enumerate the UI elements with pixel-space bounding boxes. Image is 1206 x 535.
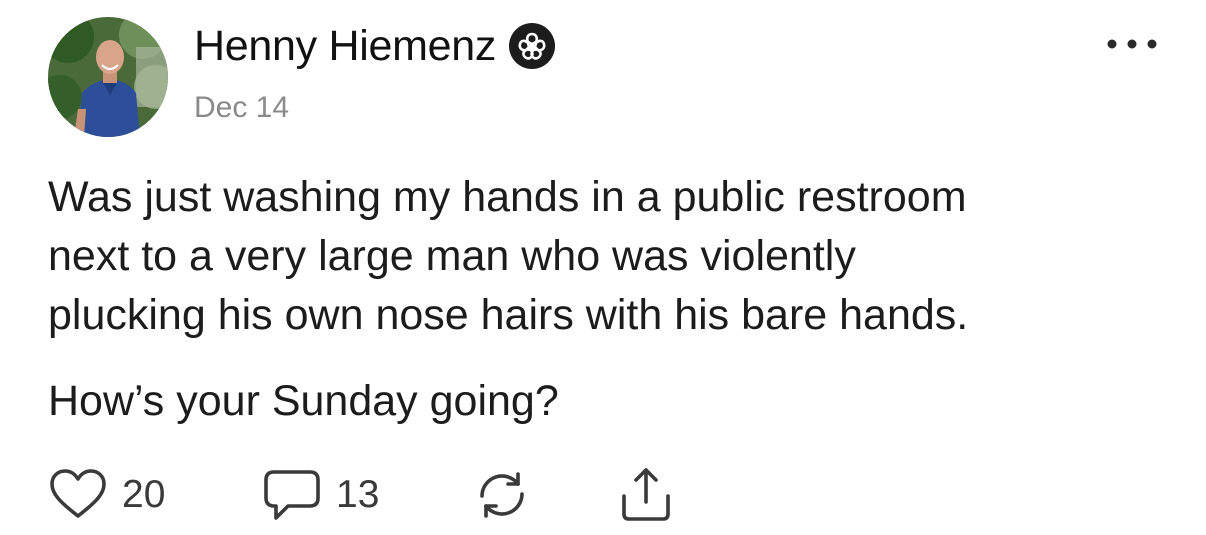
- comment-button[interactable]: 13: [262, 465, 379, 525]
- post-paragraph: Was just washing my hands in a public re…: [48, 173, 969, 339]
- author-row: Henny Hiemenz: [194, 18, 556, 74]
- heart-icon: [48, 468, 108, 522]
- share-icon: [616, 466, 676, 524]
- author-name[interactable]: Henny Hiemenz: [194, 22, 496, 71]
- more-dots-icon: [1107, 39, 1157, 49]
- comment-bubble-icon: [262, 466, 322, 524]
- post-body: Was just washing my hands in a public re…: [48, 168, 1168, 431]
- post-paragraph: How’s your Sunday going?: [48, 377, 559, 425]
- post-date: Dec 14: [194, 91, 290, 124]
- author-avatar[interactable]: [48, 17, 168, 137]
- more-options-button[interactable]: [1102, 28, 1166, 60]
- restack-button[interactable]: [472, 465, 532, 525]
- share-button[interactable]: [616, 465, 676, 525]
- comment-count: 13: [336, 473, 380, 516]
- action-bar: 20 13: [48, 465, 748, 525]
- flower-badge-icon: [508, 22, 556, 70]
- note-post: Henny Hiemenz Dec 14 Was just washing my…: [0, 0, 1206, 535]
- like-count: 20: [122, 473, 166, 516]
- restack-arrows-icon: [472, 466, 532, 524]
- avatar-photo: [48, 17, 168, 137]
- like-button[interactable]: 20: [48, 465, 165, 525]
